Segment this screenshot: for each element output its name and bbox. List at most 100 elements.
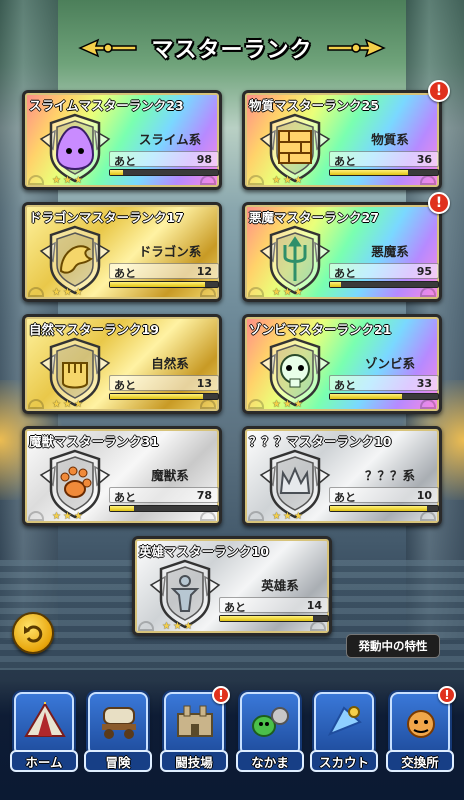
remaining-label: あと (114, 267, 136, 280)
master-rank-card[interactable]: ？？？マスターランク10 ★★★ ？？？系 あと 10 (242, 426, 442, 526)
rank-progress-bar (109, 505, 219, 512)
card-type: 自然系 (151, 356, 189, 371)
remaining-label: あと (114, 379, 136, 392)
corner-ornament-icon (200, 175, 216, 185)
card-type: スライム系 (138, 132, 202, 147)
master-rank-card[interactable]: スライムマスターランク23 ★★★ スライム系 あと 98 (22, 90, 222, 190)
remaining-box: あと 36 (329, 151, 439, 168)
remaining-box: あと 78 (109, 487, 219, 504)
card-type: 英雄系 (261, 578, 299, 593)
remaining-box: あと 98 (109, 151, 219, 168)
remaining-label: あと (114, 491, 136, 504)
rank-progress-bar (109, 393, 219, 400)
master-rank-card[interactable]: 魔獣マスターランク31 ★★★ 魔獣系 あと 78 (22, 426, 222, 526)
back-button[interactable] (12, 612, 54, 654)
star-rating-icon: ★★★ (52, 175, 85, 186)
rank-progress-bar (219, 615, 329, 622)
rank-progress-fill (220, 616, 313, 621)
nav-scout-label: スカウト (310, 750, 378, 772)
nav-home[interactable]: ホーム (10, 692, 78, 778)
card-alert-badge: ! (428, 192, 450, 214)
remaining-count: 95 (416, 265, 432, 278)
nav-companions[interactable]: なかま (236, 692, 304, 778)
card-type: 物質系 (371, 132, 409, 147)
card-type: 悪魔系 (371, 244, 409, 259)
star-rating-icon: ★★★ (272, 287, 305, 298)
master-rank-card[interactable]: 英雄マスターランク10 ★★★ 英雄系 あと 14 (132, 536, 332, 636)
rank-progress-bar (109, 281, 219, 288)
corner-ornament-icon (420, 511, 436, 521)
star-rating-icon: ★★★ (272, 175, 305, 186)
nav-exchange-label: 交換所 (386, 750, 454, 772)
nav-adventure-label: 冒険 (84, 750, 152, 772)
nav-scout[interactable]: スカウト (310, 692, 378, 778)
remaining-count: 12 (196, 265, 212, 278)
rank-progress-bar (329, 169, 439, 176)
nav-home-label: ホーム (10, 750, 78, 772)
rank-progress-fill (110, 282, 206, 287)
rank-progress-fill (330, 170, 408, 175)
corner-ornament-icon (420, 399, 436, 409)
remaining-label: あと (334, 155, 356, 168)
card-type: ドラゴン系 (138, 244, 202, 259)
card-type: 魔獣系 (151, 468, 189, 483)
corner-ornament-icon (138, 621, 154, 631)
bottom-navigation: ホーム 冒険 闘技場 ! なかま スカウト 交換所 ! (0, 680, 464, 800)
remaining-label: あと (224, 601, 246, 614)
corner-ornament-icon (420, 175, 436, 185)
exchange-alert-badge: ! (438, 686, 456, 704)
nav-arena-label: 闘技場 (160, 750, 228, 772)
master-rank-card[interactable]: 自然マスターランク19 ★★★ 自然系 あと 13 (22, 314, 222, 414)
remaining-count: 10 (416, 489, 432, 502)
remaining-box: あと 95 (329, 263, 439, 280)
ornament-left-icon (78, 38, 137, 58)
rank-progress-fill (110, 394, 203, 399)
scout-icon (314, 692, 374, 756)
star-rating-icon: ★★★ (52, 399, 85, 410)
corner-ornament-icon (28, 511, 44, 521)
remaining-label: あと (334, 267, 356, 280)
remaining-count: 98 (196, 153, 212, 166)
back-arrow-icon (24, 625, 43, 643)
remaining-count: 36 (416, 153, 432, 166)
active-traits-button[interactable]: 発動中の特性 (346, 634, 440, 658)
master-rank-card[interactable]: ドラゴンマスターランク17 ★★★ ドラゴン系 あと 12 (22, 202, 222, 302)
nav-exchange[interactable]: 交換所 ! (386, 686, 456, 778)
corner-ornament-icon (248, 287, 264, 297)
master-rank-card[interactable]: ゾンビマスターランク21 ★★★ ゾンビ系 あと 33 (242, 314, 442, 414)
star-rating-icon: ★★★ (272, 399, 305, 410)
rank-progress-fill (330, 394, 403, 399)
rank-progress-bar (109, 169, 219, 176)
corner-ornament-icon (28, 287, 44, 297)
remaining-count: 14 (306, 599, 322, 612)
corner-ornament-icon (310, 621, 326, 631)
corner-ornament-icon (28, 175, 44, 185)
star-rating-icon: ★★★ (52, 287, 85, 298)
corner-ornament-icon (200, 287, 216, 297)
nav-companions-label: なかま (236, 750, 304, 772)
card-alert-badge: ! (428, 80, 450, 102)
corner-ornament-icon (200, 399, 216, 409)
star-rating-icon: ★★★ (52, 511, 85, 522)
page-header: マスターランク (72, 32, 392, 66)
nav-adventure[interactable]: 冒険 (84, 692, 152, 778)
master-rank-card[interactable]: 悪魔マスターランク27 ★★★ 悪魔系 あと 95 (242, 202, 442, 302)
rank-progress-fill (110, 506, 134, 511)
master-rank-card[interactable]: 物質マスターランク25 ★★★ 物質系 あと 36 (242, 90, 442, 190)
rank-progress-fill (330, 282, 341, 287)
remaining-count: 13 (196, 377, 212, 390)
remaining-box: あと 10 (329, 487, 439, 504)
star-rating-icon: ★★★ (272, 511, 305, 522)
remaining-box: あと 12 (109, 263, 219, 280)
corner-ornament-icon (200, 511, 216, 521)
corner-ornament-icon (248, 511, 264, 521)
ornament-right-icon (327, 38, 386, 58)
monster-party-icon (240, 692, 300, 756)
corner-ornament-icon (248, 399, 264, 409)
rank-progress-bar (329, 281, 439, 288)
remaining-count: 33 (416, 377, 432, 390)
card-type: ゾンビ系 (364, 356, 415, 371)
rank-progress-bar (329, 505, 439, 512)
nav-arena[interactable]: 闘技場 ! (160, 686, 230, 778)
rank-progress-fill (110, 170, 123, 175)
